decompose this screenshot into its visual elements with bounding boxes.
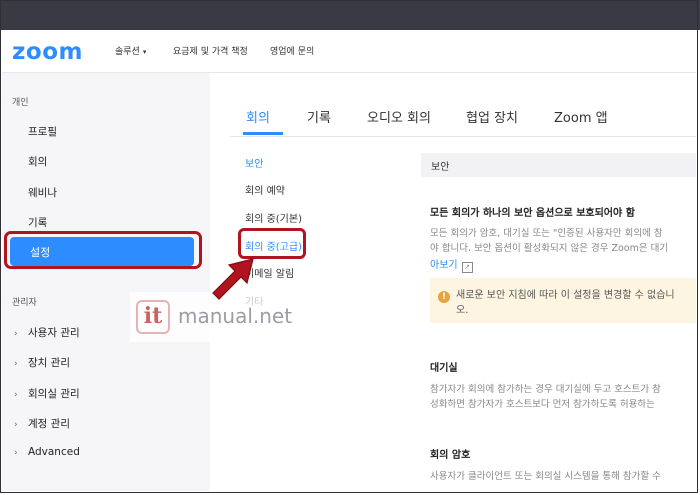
screenshot-frame — [0, 0, 698, 493]
